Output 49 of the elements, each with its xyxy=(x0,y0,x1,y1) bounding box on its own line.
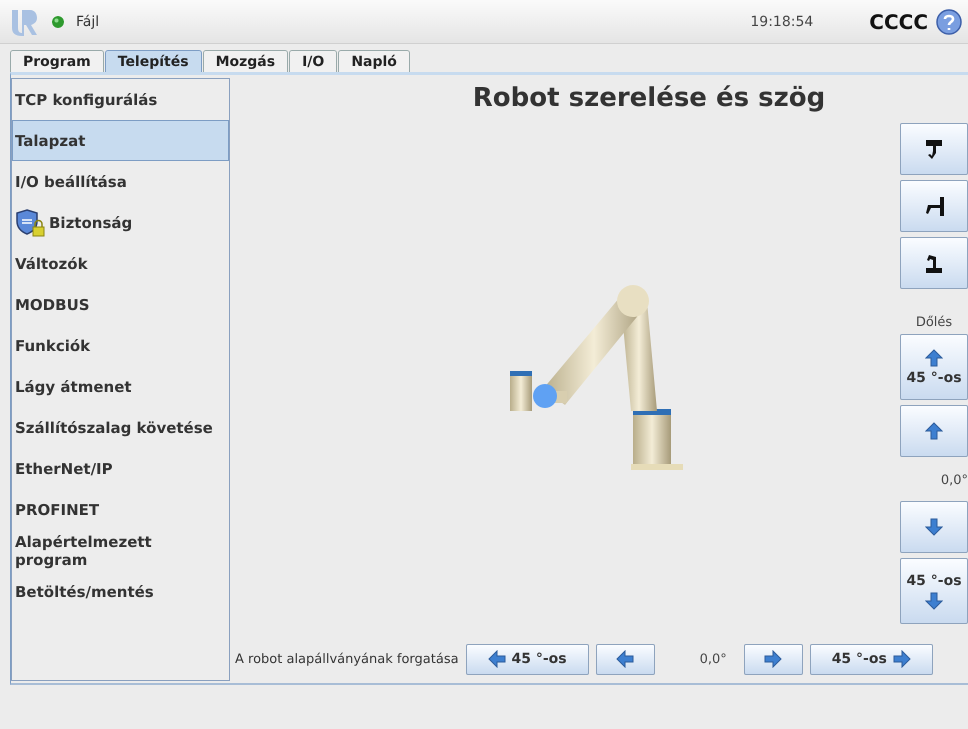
arrow-up-icon xyxy=(925,348,943,366)
sidebar-item[interactable]: MODBUS xyxy=(12,284,229,325)
sidebar-item[interactable]: Szállítószalag követése xyxy=(12,407,229,448)
arrow-right-icon xyxy=(764,650,782,668)
arrow-left-icon xyxy=(488,650,506,668)
sidebar-item[interactable]: Betöltés/mentés xyxy=(12,571,229,612)
rotate-left-button[interactable]: 45 °-os xyxy=(466,644,589,674)
rotation-label: A robot alapállványának forgatása xyxy=(235,652,459,666)
mount-pose-button[interactable] xyxy=(900,123,968,175)
tab[interactable]: Mozgás xyxy=(202,50,288,72)
file-menu[interactable]: Fájl xyxy=(76,14,100,30)
rotation-reading: 0,0° xyxy=(700,652,727,666)
sidebar-item[interactable]: PROFINET xyxy=(12,489,229,530)
sidebar-item[interactable]: Változók xyxy=(12,243,229,284)
tab[interactable]: Napló xyxy=(338,50,410,72)
sidebar-item[interactable]: EtherNet/IP xyxy=(12,448,229,489)
arrow-left-icon xyxy=(616,650,634,668)
tab[interactable]: I/O xyxy=(289,50,338,72)
sidebar-item[interactable]: Lágy átmenet xyxy=(12,366,229,407)
shield-lock-icon xyxy=(15,208,45,236)
arrow-up-icon xyxy=(925,422,943,440)
arrow-down-icon xyxy=(925,518,943,536)
tilt-up-button[interactable] xyxy=(900,405,968,457)
tab[interactable]: Program xyxy=(10,50,104,72)
tilt-down-button[interactable] xyxy=(900,501,968,553)
help-icon[interactable] xyxy=(936,8,962,34)
mount-pose-button[interactable] xyxy=(900,180,968,232)
tilt-reading: 0,0° xyxy=(940,472,968,490)
rotate-right-button[interactable] xyxy=(744,644,803,674)
clock-time: 19:18:54 xyxy=(750,14,814,30)
sidebar-item[interactable]: TCP konfigurálás xyxy=(12,79,229,120)
rotate-left-button[interactable] xyxy=(596,644,655,674)
sidebar-item[interactable]: I/O beállítása xyxy=(12,161,229,202)
status-icon xyxy=(52,16,64,28)
tab[interactable]: Telepítés xyxy=(104,50,202,72)
sidebar-item[interactable]: Biztonság xyxy=(12,202,229,243)
sidebar-item[interactable]: Alapértelmezett program xyxy=(12,530,229,571)
mount-pose-button[interactable] xyxy=(900,237,968,289)
sidebar-item[interactable]: Talapzat xyxy=(12,120,229,161)
arrow-right-icon xyxy=(892,650,911,668)
tilt-up-button[interactable]: 45 °-os xyxy=(900,334,968,400)
logo-icon xyxy=(10,8,38,36)
page-title: Robot szerelése és szög xyxy=(472,82,826,113)
robot-name: CCCC xyxy=(869,10,928,34)
arrow-down-icon xyxy=(925,592,943,610)
rotate-right-button[interactable]: 45 °-os xyxy=(810,644,933,674)
sidebar-item[interactable]: Funkciók xyxy=(12,325,229,366)
tilt-label: Dőlés xyxy=(914,315,954,330)
tilt-down-button[interactable]: 45 °-os xyxy=(900,558,968,624)
